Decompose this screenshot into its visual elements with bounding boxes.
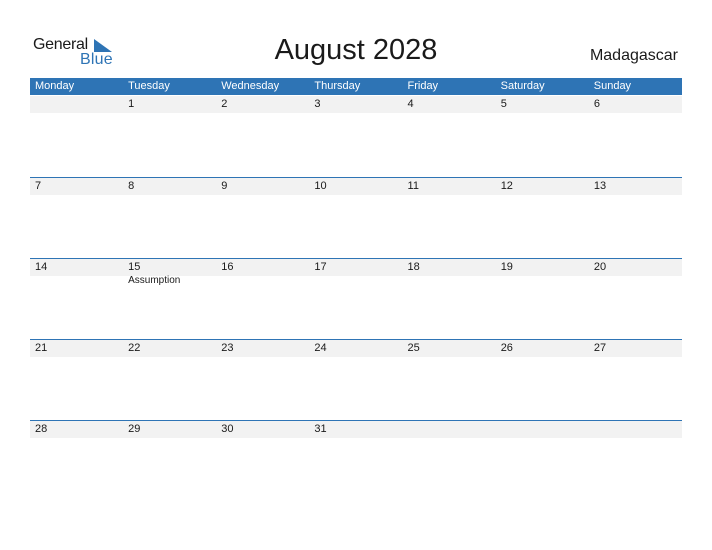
day-number: 7 xyxy=(35,180,42,192)
day-number: 24 xyxy=(314,342,327,354)
day-cell: 20 xyxy=(589,259,682,340)
day-cell: 10 xyxy=(309,178,402,259)
day-cell xyxy=(30,96,123,177)
day-cell: 7 xyxy=(30,178,123,259)
day-cell: 11 xyxy=(403,178,496,259)
day-cell: 30 xyxy=(216,421,309,502)
day-cell: 4 xyxy=(403,96,496,177)
weekday-header: Monday Tuesday Wednesday Thursday Friday Satu… xyxy=(30,78,682,95)
day-number: 8 xyxy=(128,180,135,192)
weekday-saturday: Saturday xyxy=(500,80,545,92)
day-cell: 21 xyxy=(30,340,123,421)
day-cell xyxy=(589,421,682,502)
day-number: 30 xyxy=(221,423,234,435)
country-label: Madagascar xyxy=(589,47,678,64)
weekday-wednesday: Wednesday xyxy=(221,80,280,92)
day-cell: 14 xyxy=(30,259,123,340)
day-number: 18 xyxy=(407,261,420,273)
day-cell: 13 xyxy=(589,178,682,259)
day-cell: 8 xyxy=(123,178,216,259)
day-number: 28 xyxy=(35,423,48,435)
day-number: 9 xyxy=(221,180,228,192)
day-number: 2 xyxy=(221,98,228,110)
day-number: 12 xyxy=(500,180,513,192)
day-number: 13 xyxy=(593,180,607,192)
day-cell: 31 xyxy=(309,421,402,502)
day-cell: 9 xyxy=(216,178,309,259)
day-number: 16 xyxy=(221,261,234,273)
day-cell: 23 xyxy=(216,340,309,421)
day-cell: 5 xyxy=(496,96,589,177)
weekday-thursday: Thursday xyxy=(314,80,361,92)
day-number: 19 xyxy=(500,261,513,273)
day-cell: 3 xyxy=(309,96,402,177)
day-number: 21 xyxy=(35,342,48,354)
day-cell: 1 xyxy=(123,96,216,177)
day-cell: 19 xyxy=(496,259,589,340)
week-row: 28 29 30 31 xyxy=(30,420,682,502)
day-cell: 22 xyxy=(123,340,216,421)
day-number: 17 xyxy=(314,261,327,273)
week-row: 14 15 Assumption 16 17 18 19 20 xyxy=(30,258,682,340)
day-number: 1 xyxy=(128,98,135,110)
day-number: 10 xyxy=(314,180,327,192)
day-number: 14 xyxy=(35,261,48,273)
day-number: 27 xyxy=(593,342,607,354)
day-cell: 2 xyxy=(216,96,309,177)
day-cell: 15 Assumption xyxy=(123,259,216,340)
day-number: 29 xyxy=(128,423,141,435)
holiday-label: Assumption xyxy=(128,275,181,286)
day-number: 4 xyxy=(407,98,414,110)
day-cell: 27 xyxy=(589,340,682,421)
day-cell: 26 xyxy=(496,340,589,421)
day-cell: 24 xyxy=(309,340,402,421)
day-number: 20 xyxy=(593,261,607,273)
day-number: 3 xyxy=(314,98,321,110)
day-number: 15 xyxy=(128,261,141,273)
day-number: 25 xyxy=(407,342,420,354)
day-number: 11 xyxy=(407,180,419,192)
day-cell: 25 xyxy=(403,340,496,421)
day-cell: 28 xyxy=(30,421,123,502)
day-cell: 16 xyxy=(216,259,309,340)
day-cell xyxy=(403,421,496,502)
day-cell xyxy=(496,421,589,502)
day-number: 26 xyxy=(500,342,513,354)
day-cell: 29 xyxy=(123,421,216,502)
week-row: 1 2 3 4 5 6 xyxy=(30,96,682,177)
day-cell: 12 xyxy=(496,178,589,259)
weekday-friday: Friday xyxy=(407,80,439,92)
day-number: 31 xyxy=(314,423,327,435)
weekday-sunday: Sunday xyxy=(593,80,632,92)
day-cell: 18 xyxy=(403,259,496,340)
day-number: 5 xyxy=(500,98,507,110)
week-row: 21 22 23 24 25 26 27 xyxy=(30,339,682,421)
day-cell: 17 xyxy=(309,259,402,340)
weekday-tuesday: Tuesday xyxy=(128,80,170,92)
week-row: 7 8 9 10 11 12 13 xyxy=(30,177,682,259)
weekday-monday: Monday xyxy=(35,80,75,92)
day-cell: 6 xyxy=(589,96,682,177)
day-number: 22 xyxy=(128,342,141,354)
day-number: 6 xyxy=(593,98,600,110)
day-number: 23 xyxy=(221,342,234,354)
